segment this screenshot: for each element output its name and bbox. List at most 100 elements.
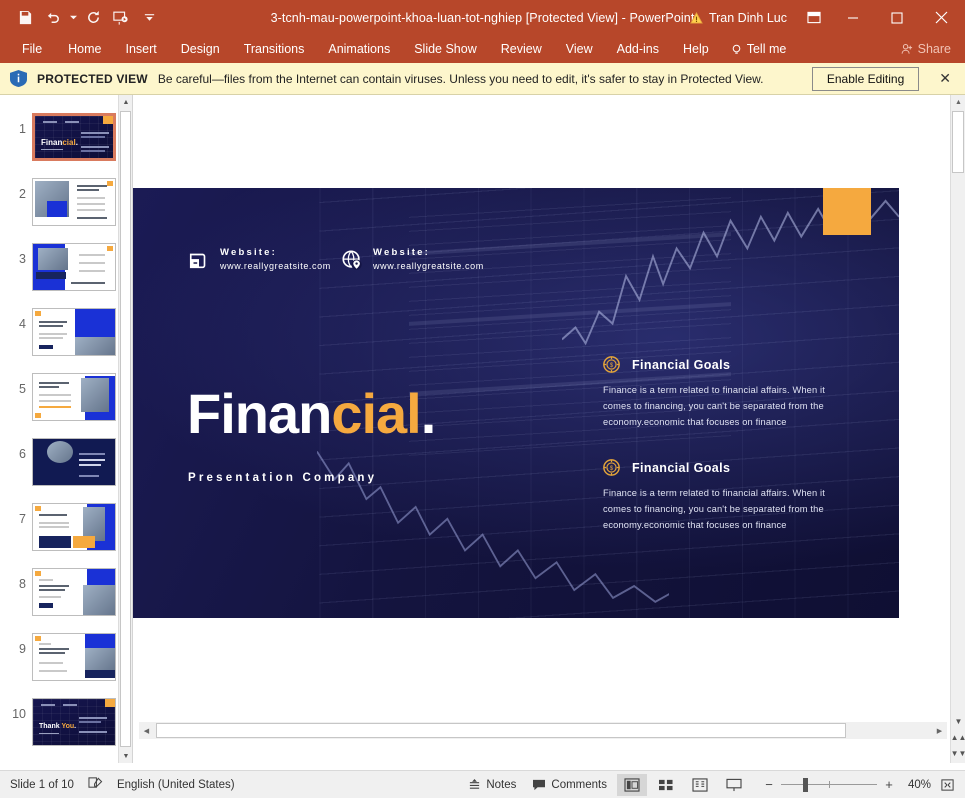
list-item[interactable]: 5	[0, 363, 132, 428]
language-indicator[interactable]: English (United States)	[117, 779, 235, 791]
scrollbar-thumb[interactable]	[952, 111, 964, 173]
previous-slide-icon[interactable]: ▲▲	[951, 730, 965, 745]
tab-home[interactable]: Home	[56, 38, 113, 61]
start-presentation-icon[interactable]	[108, 5, 134, 31]
tab-review[interactable]: Review	[489, 38, 554, 61]
horizontal-scrollbar[interactable]: ◀ ▶	[139, 722, 947, 739]
share-button[interactable]: Share	[891, 38, 965, 60]
slide-number: 4	[19, 317, 26, 331]
slide-title[interactable]: Financial.	[187, 386, 436, 442]
scroll-down-icon[interactable]: ▼	[951, 714, 965, 729]
undo-icon[interactable]	[40, 5, 66, 31]
list-item[interactable]: 7	[0, 493, 132, 558]
enable-editing-button[interactable]: Enable Editing	[811, 66, 920, 91]
goal-block-1[interactable]: $ Financial Goals Finance is a term rela…	[603, 356, 841, 431]
slide-sorter-view-button[interactable]	[651, 774, 681, 796]
notes-button[interactable]: Notes	[462, 776, 522, 794]
minimize-button[interactable]	[831, 0, 875, 35]
slide-number: 8	[19, 577, 26, 591]
slide-thumbnail-10[interactable]: Thank You.	[32, 698, 116, 746]
slide-thumbnail-list: 1 Financial. 2 3 4 5 6 7 8 9 10 Thank Yo…	[0, 95, 132, 753]
slide-thumbnail-7[interactable]	[32, 503, 116, 551]
next-slide-icon[interactable]: ▼▼	[951, 746, 965, 761]
thumbnail-preview	[33, 439, 115, 485]
normal-view-button[interactable]	[617, 773, 647, 796]
scroll-left-icon[interactable]: ◀	[139, 723, 154, 738]
list-item[interactable]: 8	[0, 558, 132, 623]
slide-thumbnail-5[interactable]	[32, 373, 116, 421]
slide-subtitle[interactable]: Presentation Company	[188, 472, 377, 484]
proofing-icon[interactable]	[88, 776, 103, 793]
redo-icon[interactable]	[80, 5, 106, 31]
list-item[interactable]: 6	[0, 428, 132, 493]
list-item[interactable]: 3	[0, 233, 132, 298]
slide-thumbnail-9[interactable]	[32, 633, 116, 681]
scroll-down-icon[interactable]: ▼	[119, 749, 132, 763]
ribbon-display-options-icon[interactable]	[797, 0, 831, 35]
horizontal-scroll-track[interactable]	[154, 723, 932, 738]
scroll-up-icon[interactable]: ▲	[951, 95, 965, 110]
zoom-level[interactable]: 40%	[901, 779, 931, 791]
close-button[interactable]	[919, 0, 963, 35]
tab-help[interactable]: Help	[671, 38, 721, 61]
zoom-control[interactable]: − + 40%	[753, 777, 931, 792]
tab-file[interactable]: File	[8, 38, 56, 61]
tab-transitions[interactable]: Transitions	[232, 38, 317, 61]
zoom-slider[interactable]	[781, 777, 877, 792]
list-item[interactable]: 9	[0, 623, 132, 688]
list-item[interactable]: 10 Thank You.	[0, 688, 132, 753]
slide-thumbnail-4[interactable]	[32, 308, 116, 356]
comments-button[interactable]: Comments	[526, 776, 613, 794]
zoom-slider-thumb[interactable]	[803, 777, 808, 792]
account-info[interactable]: Tran Dinh Luc	[680, 11, 797, 25]
tab-insert[interactable]: Insert	[114, 38, 169, 61]
goal-block-2[interactable]: $ Financial Goals Finance is a term rela…	[603, 459, 841, 534]
scroll-right-icon[interactable]: ▶	[932, 723, 947, 738]
list-item[interactable]: 4	[0, 298, 132, 363]
slide-number: 6	[19, 447, 26, 461]
maximize-button[interactable]	[875, 0, 919, 35]
list-item[interactable]: 2	[0, 168, 132, 233]
scroll-up-icon[interactable]: ▲	[119, 95, 132, 109]
list-item[interactable]: 1 Financial.	[0, 103, 132, 168]
undo-dropdown-icon[interactable]	[68, 5, 78, 31]
scrollbar-thumb[interactable]	[156, 723, 846, 738]
slide-thumbnail-2[interactable]	[32, 178, 116, 226]
reading-view-button[interactable]	[685, 774, 715, 796]
slide-counter[interactable]: Slide 1 of 10	[10, 779, 74, 791]
current-slide[interactable]: Website: www.reallygreatsite.com Website…	[133, 188, 899, 618]
slide-thumbnail-1[interactable]: Financial.	[32, 113, 116, 161]
work-area: 1 Financial. 2 3 4 5 6 7 8 9 10 Thank Yo…	[0, 95, 965, 763]
slide-editing-stage[interactable]: Website: www.reallygreatsite.com Website…	[133, 95, 965, 763]
thumbnail-preview: Financial.	[35, 116, 113, 158]
tab-view[interactable]: View	[554, 38, 605, 61]
comment-icon	[533, 779, 546, 790]
slide-thumbnail-3[interactable]	[32, 243, 116, 291]
tell-me-search[interactable]: Tell me	[721, 38, 797, 60]
save-icon[interactable]	[12, 5, 38, 31]
tab-animations[interactable]: Animations	[316, 38, 402, 61]
fit-slide-to-window-button[interactable]	[935, 774, 959, 796]
zoom-in-button[interactable]: +	[883, 777, 895, 792]
thumbnail-preview	[33, 504, 115, 550]
scrollbar-thumb[interactable]	[120, 111, 131, 747]
contact-item-globe: Website: www.reallygreatsite.com	[341, 246, 484, 274]
zoom-out-button[interactable]: −	[763, 777, 775, 792]
close-protected-view-icon[interactable]: ✕	[929, 70, 957, 87]
title-period: .	[420, 382, 437, 445]
tab-add-ins[interactable]: Add-ins	[605, 38, 671, 61]
thumbnail-preview	[33, 179, 115, 225]
tab-design[interactable]: Design	[169, 38, 232, 61]
tab-slide-show[interactable]: Slide Show	[402, 38, 489, 61]
contact-label: Website:	[220, 247, 278, 258]
thumbnail-pane-scrollbar[interactable]: ▲ ▼	[118, 95, 132, 763]
customize-quick-access-toolbar-icon[interactable]	[136, 5, 162, 31]
slide-show-button[interactable]	[719, 774, 749, 796]
slide-thumbnail-8[interactable]	[32, 568, 116, 616]
vertical-scrollbar[interactable]: ▲ ▼ ▲▲ ▼▼	[950, 95, 965, 763]
wallet-icon	[189, 253, 206, 269]
slide-thumbnail-pane[interactable]: 1 Financial. 2 3 4 5 6 7 8 9 10 Thank Yo…	[0, 95, 133, 763]
slide-thumbnail-6[interactable]	[32, 438, 116, 486]
contact-item-wallet: Website: www.reallygreatsite.com	[188, 246, 331, 274]
person-share-icon	[901, 43, 912, 54]
